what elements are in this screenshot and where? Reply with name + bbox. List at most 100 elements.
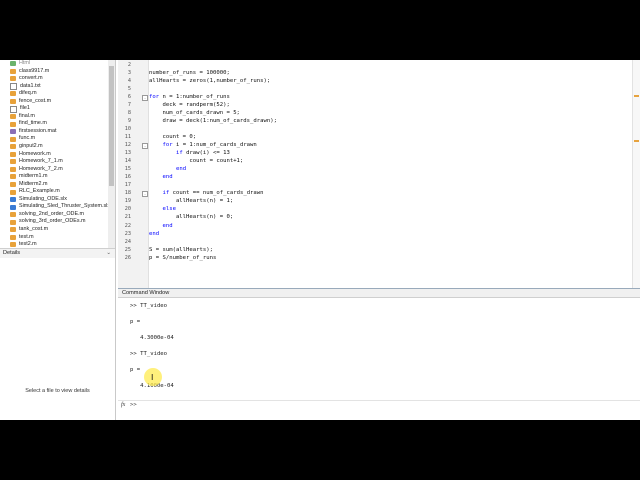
command-prompt-line[interactable]: fx >> — [118, 400, 640, 410]
scrollbar-thumb[interactable] — [109, 66, 114, 186]
file-name: Simulating_Sled_Thruster_System.slx — [19, 203, 108, 210]
command-window[interactable]: Command Window >> TT_video p = 4.3000e-04… — [118, 289, 640, 420]
code-line[interactable]: if draw(i) <= 13 — [149, 150, 230, 156]
file-name: convert.m — [19, 75, 43, 82]
m-file-icon — [10, 91, 16, 97]
file-list-item[interactable]: data1.txt — [0, 83, 108, 91]
keyword: for — [149, 93, 160, 100]
file-list-item[interactable]: midterm1.m — [0, 173, 108, 181]
mat-file-icon — [10, 129, 16, 135]
code-line[interactable]: p = S/number_of_runs — [149, 255, 216, 261]
file-list-item[interactable]: solving_3rd_order_ODEs.m — [0, 218, 108, 226]
code-line[interactable]: end — [149, 222, 173, 229]
code-line[interactable]: count = 0; — [149, 134, 196, 140]
file-name: Homework_7_2.m — [19, 165, 63, 172]
file-list-item[interactable]: test.m — [0, 234, 108, 242]
command-output-line: p = — [130, 319, 141, 325]
code-line[interactable]: else — [149, 206, 176, 213]
file-list: Html class9917.m convert.m data1.txt difeq.m… — [0, 60, 108, 248]
file-list-item[interactable]: Simulating_ODE.slx — [0, 196, 108, 204]
file-name: fence_cost.m — [19, 97, 52, 104]
code-line[interactable]: deck = randperm(52); — [149, 102, 229, 108]
line-number: 20 — [124, 206, 131, 213]
file-list-item[interactable]: find_time.m — [0, 120, 108, 128]
code-line[interactable]: end — [149, 231, 159, 237]
m-file-icon — [10, 99, 16, 104]
file-name: difeq.m — [19, 90, 37, 97]
file-list-item[interactable]: final.m — [0, 113, 108, 121]
line-number: 2 — [127, 61, 131, 68]
keyword: if — [175, 150, 183, 157]
warning-marker[interactable] — [634, 95, 639, 97]
code-line[interactable]: for i = 1:num_of_cards_drawn — [149, 142, 256, 148]
code-line[interactable]: num_of_cards_drawn = 5; — [149, 110, 239, 116]
code-line[interactable]: count = count+1; — [149, 158, 243, 164]
file-list-item[interactable]: Midterm2.m — [0, 181, 108, 189]
m-file-icon — [10, 227, 16, 233]
file-list-item[interactable]: Html — [0, 60, 108, 68]
file-list-item[interactable]: Homework_7_1.m — [0, 158, 108, 166]
file-list-item[interactable]: ginput2.m — [0, 143, 108, 151]
code-line[interactable]: draw = deck(1:num_of_cards_drawn); — [149, 118, 277, 124]
line-number: 21 — [124, 214, 131, 221]
file-name: RLC_Example.m — [19, 188, 60, 195]
line-number: 11 — [124, 133, 131, 140]
m-file-icon — [10, 151, 16, 157]
m-file-icon — [10, 76, 16, 82]
file-name: data1.txt — [20, 82, 41, 89]
m-file-icon — [10, 189, 16, 195]
command-prompt[interactable]: >> — [130, 402, 137, 408]
keyword: end — [162, 222, 173, 229]
file-list-scrollbar[interactable] — [108, 60, 115, 248]
m-file-icon — [10, 121, 16, 127]
file-list-item[interactable]: test2.m — [0, 241, 108, 248]
keyword: else — [162, 206, 176, 213]
m-file-icon — [10, 182, 16, 188]
line-number: 12 — [124, 142, 131, 148]
file-list-item[interactable]: Homework_7_2.m — [0, 166, 108, 174]
file-list-item[interactable]: convert.m — [0, 75, 108, 83]
mouse-cursor-icon: I — [151, 373, 154, 382]
file-list-item[interactable]: RLC_Example.m — [0, 188, 108, 196]
keyword: for — [162, 142, 173, 148]
chevron-down-icon[interactable]: ⌄ — [106, 249, 111, 258]
warning-marker[interactable] — [634, 140, 639, 142]
file-name: solving_2nd_order_ODE.m — [19, 210, 85, 217]
m-file-icon — [10, 242, 16, 248]
file-list-item[interactable]: func.m — [0, 135, 108, 143]
code-editor[interactable]: 2 3 4 5 6-7 8 9 10 11 12-13 14 15 16 17 18-19 20 21 22 23 2… — [118, 60, 640, 289]
file-name: tank_cost.m — [19, 226, 49, 233]
file-name: solving_3rd_order_ODEs.m — [19, 218, 86, 225]
code-line[interactable]: allHearts(n) = 0; — [149, 214, 233, 220]
file-list-item[interactable]: Simulating_Sled_Thruster_System.slx — [0, 203, 108, 211]
details-pane: Select a file to view details — [0, 258, 115, 420]
file-list-item[interactable]: class9917.m — [0, 68, 108, 76]
line-number: 6 — [127, 93, 131, 100]
code-line[interactable]: S = sum(allHearts); — [149, 247, 213, 253]
code-line[interactable]: if count == num_of_cards_drawn — [149, 190, 263, 196]
file-list-item[interactable]: tank_cost.m — [0, 226, 108, 234]
fold-toggle-icon[interactable]: - — [142, 143, 148, 149]
code-line[interactable]: end — [149, 166, 186, 172]
code-line[interactable]: number_of_runs = 100000; — [149, 70, 230, 76]
editor-scrollbar[interactable] — [632, 60, 640, 288]
file-list-item[interactable]: difeq.m — [0, 90, 108, 98]
file-list-item[interactable]: Homework.m — [0, 151, 108, 159]
file-list-item[interactable]: fence_cost.m — [0, 98, 108, 106]
code-line[interactable]: allHearts(n) = 1; — [149, 198, 233, 204]
file-name: final.m — [19, 112, 35, 119]
code-line[interactable]: end — [149, 174, 172, 180]
command-output-line: 4.3000e-04 — [130, 335, 174, 341]
file-list-item[interactable]: file1 — [0, 105, 108, 113]
code-line[interactable]: for n = 1:number_of_runs — [149, 94, 230, 100]
current-folder-panel: Html class9917.m convert.m data1.txt difeq.m… — [0, 60, 116, 420]
file-list-item[interactable]: firstsession.mat — [0, 128, 108, 136]
fx-icon[interactable]: fx — [121, 402, 125, 408]
file-name: file1 — [20, 105, 30, 112]
file-list-item[interactable]: solving_2nd_order_ODE.m — [0, 211, 108, 219]
file-name: ginput2.m — [19, 143, 43, 150]
fold-toggle-icon[interactable]: - — [142, 94, 148, 101]
keyword: end — [149, 230, 160, 237]
fold-toggle-icon[interactable]: - — [142, 191, 148, 198]
code-line[interactable]: allHearts = zeros(1,number_of_runs); — [149, 78, 270, 84]
